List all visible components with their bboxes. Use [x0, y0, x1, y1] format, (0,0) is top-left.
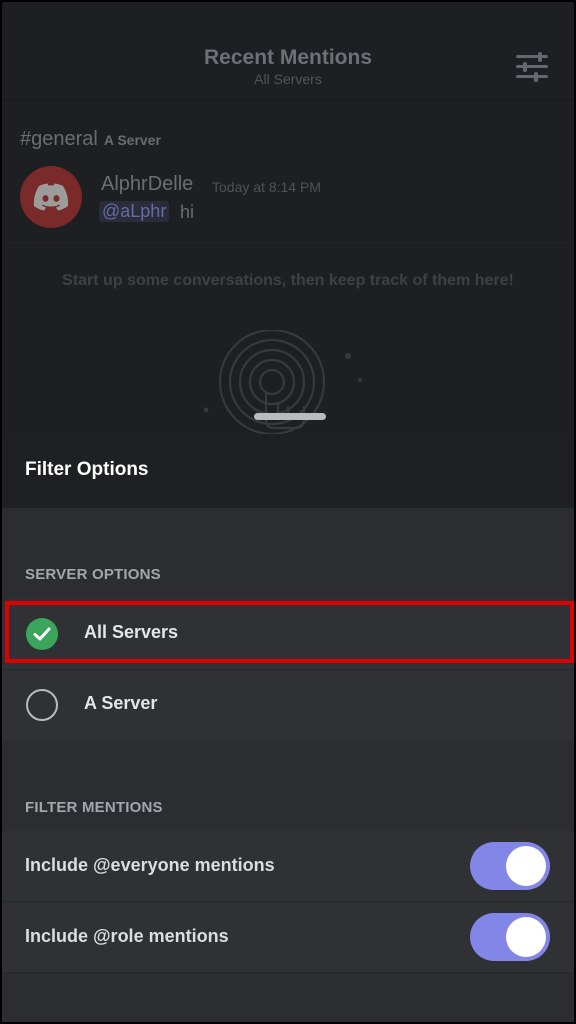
divider — [2, 972, 574, 973]
radio-unchecked-icon — [26, 689, 58, 721]
message-text: hi — [180, 202, 195, 222]
empty-state-illustration — [203, 330, 362, 436]
toggle-thumb — [506, 846, 546, 886]
mention-channel-line[interactable]: #general A Server — [20, 128, 161, 151]
server-options-label: SERVER OPTIONS — [25, 566, 161, 583]
channel-name: #general — [20, 128, 98, 150]
highlight-box — [5, 601, 574, 663]
toggle-thumb — [506, 917, 546, 957]
message-timestamp: Today at 8:14 PM — [212, 179, 321, 195]
page-title: Recent Mentions — [203, 46, 373, 69]
server-option-a-server[interactable]: A Server — [2, 670, 574, 740]
server-option-label: A Server — [84, 693, 158, 713]
toggle-label: Include @everyone mentions — [25, 855, 275, 875]
channel-server-name: A Server — [103, 132, 161, 148]
sliders-icon[interactable] — [516, 52, 548, 82]
page-subtitle: All Servers — [254, 71, 322, 87]
divider — [2, 242, 574, 243]
mention-tag[interactable]: @aLphr — [99, 201, 170, 222]
empty-state-text: Start up some conversations, then keep t… — [62, 272, 514, 289]
role-mentions-row[interactable]: Include @role mentions — [2, 902, 574, 972]
recent-mentions-screen: Recent Mentions All Servers #general A Se… — [2, 2, 574, 442]
mentions-header: Recent Mentions All Servers — [2, 2, 574, 100]
everyone-mentions-toggle[interactable] — [470, 842, 550, 890]
sheet-title: Filter Options — [25, 459, 149, 480]
toggle-label: Include @role mentions — [25, 926, 229, 946]
role-mentions-toggle[interactable] — [470, 913, 550, 961]
app-frame: Recent Mentions All Servers #general A Se… — [0, 0, 576, 1024]
sheet-drag-handle[interactable] — [254, 413, 326, 420]
message-author[interactable]: AlphrDelle — [101, 173, 193, 196]
avatar[interactable] — [20, 166, 82, 228]
discord-logo-icon — [33, 183, 69, 211]
filter-mentions-label: FILTER MENTIONS — [25, 799, 163, 816]
everyone-mentions-row[interactable]: Include @everyone mentions — [2, 831, 574, 901]
sheet-header: Filter Options — [2, 434, 574, 508]
filter-options-sheet: Filter Options SERVER OPTIONS All Server… — [2, 434, 574, 1022]
